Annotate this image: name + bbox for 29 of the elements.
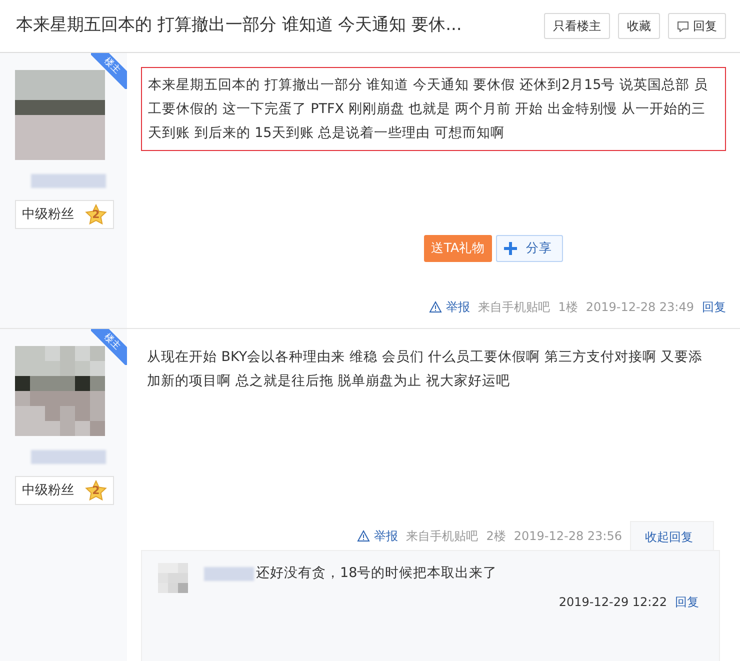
warning-icon — [429, 301, 442, 313]
level-title: 中级粉丝 — [22, 482, 74, 500]
reply-text: 还好没有贪，18号的时候把本取出来了 — [256, 564, 498, 583]
blurred-username — [204, 567, 254, 581]
reply-link[interactable]: 回复 — [702, 298, 726, 316]
header-button[interactable]: 只看楼主 — [544, 13, 610, 39]
comment-icon — [677, 20, 689, 32]
floor-number: 1楼 — [558, 299, 578, 316]
reply-link[interactable]: 回复 — [675, 593, 699, 611]
floor-number: 2楼 — [486, 528, 506, 544]
header-button[interactable]: 收藏 — [618, 13, 660, 39]
post-source: 来自手机贴吧 — [478, 299, 550, 316]
plus-icon — [503, 240, 518, 256]
post-text: 从现在开始 BKY会以各种理由来 维稳 会员们 什么员工要休假啊 第三方支付对接啊 又要添加新的项目啊 总之就是往后拖 脱单崩盘为止 祝大家好运吧 — [146, 348, 704, 391]
post-time: 2019-12-28 23:49 — [586, 299, 694, 316]
warning-icon — [357, 530, 370, 542]
reply-button[interactable]: 回复 — [668, 13, 726, 39]
level-star: 2 — [85, 480, 107, 501]
thread-title: 本来星期五回本的 打算撤出一部分 谁知道 今天通知 要休... — [16, 14, 463, 38]
share-button[interactable]: 分享 — [496, 235, 564, 262]
level-title: 中级粉丝 — [22, 206, 74, 224]
level-star: 2 — [85, 204, 107, 225]
collapse-replies-link[interactable]: 收起回复 — [630, 521, 714, 550]
post-text: 本来星期五回本的 打算撤出一部分 谁知道 今天通知 要休假 还休到2月15号 说英国总部 员工要休假的 这一下完蛋了 PTFX 刚刚崩盘 也就是 两个月前 开始 出金特别慢 从一开始的三天到账 到后来的 15天到账 总是说着一些理由 可想而知啊 — [141, 67, 726, 151]
post-source: 来自手机贴吧 — [406, 528, 478, 544]
report-link[interactable]: 举报 — [429, 298, 470, 316]
report-link[interactable]: 举报 — [357, 526, 398, 544]
post-time: 2019-12-28 23:56 — [514, 528, 622, 544]
reply-time: 2019-12-29 12:22 — [558, 594, 667, 611]
